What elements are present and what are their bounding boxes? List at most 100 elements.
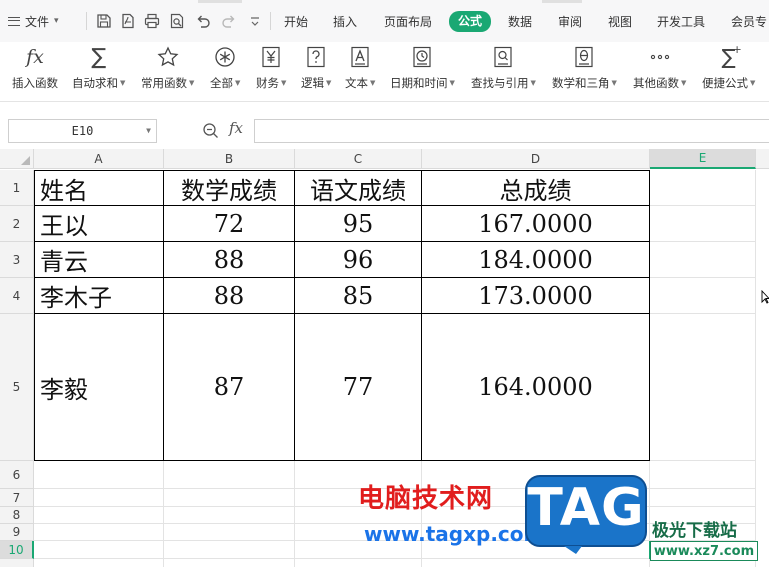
tab-formulas[interactable]: 公式 (449, 11, 492, 32)
row-header-9[interactable]: 9 (0, 524, 34, 541)
print-preview-button[interactable] (167, 11, 187, 31)
column-header-d[interactable]: D (422, 149, 650, 169)
autosum-button[interactable]: ∑ 自动求和 ▼ (72, 44, 125, 91)
row-header-1[interactable]: 1 (0, 170, 34, 206)
row-header-10[interactable]: 10 (0, 541, 34, 559)
row-header-4[interactable]: 4 (0, 278, 34, 314)
cell-a7[interactable] (34, 489, 164, 507)
cell-b11[interactable] (164, 559, 295, 567)
cell-e2[interactable] (650, 206, 756, 242)
tab-membership[interactable]: 会员专 (731, 13, 767, 31)
clock-icon (409, 44, 435, 70)
cell-d5[interactable]: 164.0000 (422, 314, 650, 461)
zoom-icon[interactable] (202, 122, 220, 140)
tab-view[interactable]: 视图 (608, 13, 632, 31)
tab-data[interactable]: 数据 (508, 13, 532, 31)
cell-a4[interactable]: 李木子 (34, 278, 164, 314)
cell-c4[interactable]: 85 (295, 278, 422, 314)
row-header-6[interactable]: 6 (0, 461, 34, 489)
cell-e7[interactable] (650, 489, 756, 507)
cell-c11[interactable] (295, 559, 422, 567)
cell-d4[interactable]: 173.0000 (422, 278, 650, 314)
tab-review[interactable]: 审阅 (558, 13, 582, 31)
cell-b3[interactable]: 88 (164, 242, 295, 278)
other-functions-button[interactable]: 其他函数 ▼ (633, 44, 686, 91)
button-label: 财务 (256, 76, 279, 90)
save-button[interactable] (94, 11, 114, 31)
column-header-e[interactable]: E (650, 149, 756, 169)
row-header-3[interactable]: 3 (0, 242, 34, 278)
cell-a8[interactable] (34, 507, 164, 524)
cell-c2[interactable]: 95 (295, 206, 422, 242)
all-functions-button[interactable]: 全部 ▼ (210, 44, 240, 91)
logical-functions-button[interactable]: 逻辑 ▼ (301, 44, 331, 91)
column-header-c[interactable]: C (295, 149, 422, 169)
cell-a1[interactable]: 姓名 (34, 170, 164, 206)
cell-d2[interactable]: 167.0000 (422, 206, 650, 242)
export-pdf-button[interactable] (118, 11, 138, 31)
cell-c5[interactable]: 77 (295, 314, 422, 461)
hamburger-icon (8, 16, 20, 26)
cell-e6[interactable] (650, 461, 756, 489)
cell-a5[interactable]: 李毅 (34, 314, 164, 461)
cell-a2[interactable]: 王以 (34, 206, 164, 242)
row-header-7[interactable]: 7 (0, 489, 34, 507)
common-functions-button[interactable]: 常用函数 ▼ (141, 44, 194, 91)
formula-input[interactable] (254, 119, 769, 143)
row-header-11[interactable] (0, 559, 34, 567)
cell-b6[interactable] (164, 461, 295, 489)
cell-a11[interactable] (34, 559, 164, 567)
row-header-2[interactable]: 2 (0, 206, 34, 242)
cell-e1[interactable] (650, 170, 756, 206)
undo-button[interactable] (193, 11, 213, 31)
dropdown-caret-icon: ▼ (189, 79, 195, 87)
cell-a6[interactable] (34, 461, 164, 489)
cell-b9[interactable] (164, 524, 295, 541)
tab-home[interactable]: 开始 (284, 13, 308, 31)
cell-b4[interactable]: 88 (164, 278, 295, 314)
cell-e5[interactable] (650, 314, 756, 461)
name-box[interactable]: E10 ▼ (8, 119, 157, 143)
redo-button[interactable] (219, 11, 239, 31)
quick-formula-button[interactable]: ∑ + 便捷公式 ▼ (702, 43, 755, 91)
math-trig-button[interactable]: 数学和三角 ▼ (552, 44, 617, 91)
cell-e3[interactable] (650, 242, 756, 278)
date-time-functions-button[interactable]: 日期和时间 ▼ (390, 44, 455, 91)
cell-b8[interactable] (164, 507, 295, 524)
cell-b5[interactable]: 87 (164, 314, 295, 461)
column-header-f[interactable] (756, 149, 769, 169)
cell-a10[interactable] (34, 541, 164, 559)
tab-page-layout[interactable]: 页面布局 (384, 13, 432, 31)
cell-d11[interactable] (422, 559, 650, 567)
cell-e4[interactable] (650, 278, 756, 314)
cell-b2[interactable]: 72 (164, 206, 295, 242)
cell-d3[interactable]: 184.0000 (422, 242, 650, 278)
cell-a9[interactable] (34, 524, 164, 541)
star-icon (155, 44, 181, 70)
fx-label[interactable]: fx (229, 119, 243, 137)
tab-insert[interactable]: 插入 (333, 13, 357, 31)
cell-b7[interactable] (164, 489, 295, 507)
row-header-5[interactable]: 5 (0, 314, 34, 461)
cell-c3[interactable]: 96 (295, 242, 422, 278)
file-menu-button[interactable]: 文件 ▾ (8, 11, 59, 31)
button-label: 其他函数 (633, 76, 679, 90)
cell-b1[interactable]: 数学成绩 (164, 170, 295, 206)
lookup-reference-button[interactable]: 查找与引用 ▼ (471, 44, 536, 91)
cell-c1[interactable]: 语文成绩 (295, 170, 422, 206)
sigma-icon: ∑ (91, 44, 107, 70)
print-button[interactable] (142, 11, 162, 31)
print-icon (144, 13, 160, 29)
cell-a3[interactable]: 青云 (34, 242, 164, 278)
cell-b10[interactable] (164, 541, 295, 559)
row-header-8[interactable]: 8 (0, 507, 34, 524)
customize-quick-access-button[interactable] (245, 11, 265, 31)
financial-functions-button[interactable]: 财务 ▼ (256, 44, 286, 91)
tab-developer[interactable]: 开发工具 (657, 13, 705, 31)
insert-function-button[interactable]: fx 插入函数 (12, 44, 58, 91)
cell-d1[interactable]: 总成绩 (422, 170, 650, 206)
text-functions-button[interactable]: 文本 ▼ (345, 44, 375, 91)
select-all-corner[interactable] (0, 149, 34, 169)
column-header-a[interactable]: A (34, 149, 164, 169)
column-header-b[interactable]: B (164, 149, 295, 169)
